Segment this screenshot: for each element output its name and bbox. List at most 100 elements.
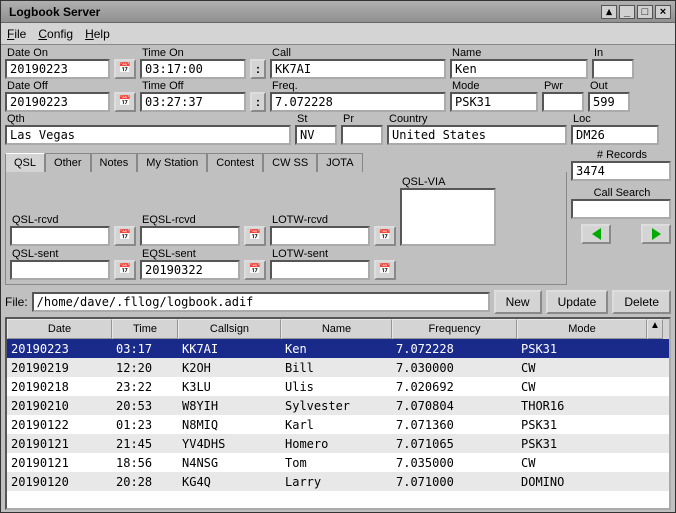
cell-callsign: N8MIQ xyxy=(178,418,281,432)
prev-record-button[interactable] xyxy=(581,224,611,244)
col-mode[interactable]: Mode xyxy=(517,319,647,339)
label-date-off: Date Off xyxy=(5,80,110,92)
cell-mode: THOR16 xyxy=(517,399,647,413)
lotw-rcvd-picker-icon[interactable]: 📅 xyxy=(374,226,396,246)
date-on-input[interactable] xyxy=(5,59,110,79)
titlebar: Logbook Server ▴ _ □ × xyxy=(1,1,675,23)
col-date[interactable]: Date xyxy=(7,319,112,339)
table-row[interactable]: 2019021020:53W8YIHSylvester7.070804THOR1… xyxy=(7,396,669,415)
name-input[interactable] xyxy=(450,59,588,79)
time-on-input[interactable] xyxy=(140,59,246,79)
qsl-rcvd-picker-icon[interactable]: 📅 xyxy=(114,226,136,246)
label-name: Name xyxy=(450,47,588,59)
table-row[interactable]: 2019012020:28KG4QLarry7.071000DOMINO xyxy=(7,472,669,491)
label-qsl-via: QSL-VIA xyxy=(400,176,496,188)
cell-date: 20190120 xyxy=(7,475,112,489)
lotw-sent-input[interactable] xyxy=(270,260,370,280)
label-eqsl-sent: EQSL-sent xyxy=(140,248,240,260)
cell-time: 20:53 xyxy=(112,399,178,413)
minimize-button[interactable]: _ xyxy=(619,5,635,19)
date-on-picker-icon[interactable]: 📅 xyxy=(114,59,136,79)
new-button[interactable]: New xyxy=(494,290,542,314)
cell-name: Karl xyxy=(281,418,392,432)
tab-cw-ss[interactable]: CW SS xyxy=(263,153,317,172)
country-input[interactable] xyxy=(387,125,567,145)
file-path-input[interactable] xyxy=(32,292,490,312)
label-out: Out xyxy=(588,80,630,92)
cell-mode: PSK31 xyxy=(517,418,647,432)
tab-notes[interactable]: Notes xyxy=(91,153,138,172)
st-input[interactable] xyxy=(295,125,337,145)
col-callsign[interactable]: Callsign xyxy=(178,319,281,339)
cell-time: 23:22 xyxy=(112,380,178,394)
lotw-sent-picker-icon[interactable]: 📅 xyxy=(374,260,396,280)
arrow-right-icon xyxy=(652,228,661,240)
cell-name: Sylvester xyxy=(281,399,392,413)
pr-input[interactable] xyxy=(341,125,383,145)
col-frequency[interactable]: Frequency xyxy=(392,319,517,339)
label-call: Call xyxy=(270,47,446,59)
next-record-button[interactable] xyxy=(641,224,671,244)
time-off-set-button[interactable]: : xyxy=(250,92,266,112)
mode-input[interactable] xyxy=(450,92,538,112)
tab-other[interactable]: Other xyxy=(45,153,91,172)
pwr-input[interactable] xyxy=(542,92,584,112)
cell-frequency: 7.070804 xyxy=(392,399,517,413)
call-search-input[interactable] xyxy=(571,199,671,219)
delete-button[interactable]: Delete xyxy=(612,290,671,314)
qsl-sent-picker-icon[interactable]: 📅 xyxy=(114,260,136,280)
table-row[interactable]: 2019012118:56N4NSGTom7.035000CW xyxy=(7,453,669,472)
time-on-set-button[interactable]: : xyxy=(250,59,266,79)
label-st: St xyxy=(295,113,337,125)
menu-file[interactable]: File xyxy=(7,27,26,41)
tab-my-station[interactable]: My Station xyxy=(137,153,207,172)
cell-name: Ken xyxy=(281,342,392,356)
qsl-rcvd-input[interactable] xyxy=(10,226,110,246)
time-off-input[interactable] xyxy=(140,92,246,112)
app-window: Logbook Server ▴ _ □ × File Config Help … xyxy=(0,0,676,513)
update-button[interactable]: Update xyxy=(546,290,609,314)
label-time-off: Time Off xyxy=(140,80,246,92)
table-row[interactable]: 2019022303:17KK7AIKen7.072228PSK31 xyxy=(7,339,669,358)
cell-date: 20190218 xyxy=(7,380,112,394)
cell-callsign: K3LU xyxy=(178,380,281,394)
tab-qsl[interactable]: QSL xyxy=(5,153,45,172)
table-row[interactable]: 2019012121:45YV4DHSHomero7.071065PSK31 xyxy=(7,434,669,453)
eqsl-sent-picker-icon[interactable]: 📅 xyxy=(244,260,266,280)
date-off-picker-icon[interactable]: 📅 xyxy=(114,92,136,112)
pin-button[interactable]: ▴ xyxy=(601,5,617,19)
menu-config[interactable]: Config xyxy=(38,27,73,41)
table-row[interactable]: 2019012201:23N8MIQKarl7.071360PSK31 xyxy=(7,415,669,434)
arrow-left-icon xyxy=(592,228,601,240)
table-row[interactable]: 2019021912:20K2OHBill7.030000CW xyxy=(7,358,669,377)
eqsl-rcvd-input[interactable] xyxy=(140,226,240,246)
col-name[interactable]: Name xyxy=(281,319,392,339)
call-input[interactable] xyxy=(270,59,446,79)
cell-date: 20190121 xyxy=(7,437,112,451)
qth-input[interactable] xyxy=(5,125,291,145)
scroll-up-button[interactable]: ▲ xyxy=(647,319,663,339)
qsl-via-input[interactable] xyxy=(400,188,496,246)
table-row[interactable]: 2019021823:22K3LUUlis7.020692CW xyxy=(7,377,669,396)
label-mode: Mode xyxy=(450,80,538,92)
tab-jota[interactable]: JOTA xyxy=(317,153,362,172)
in-input[interactable] xyxy=(592,59,634,79)
eqsl-rcvd-picker-icon[interactable]: 📅 xyxy=(244,226,266,246)
freq-input[interactable] xyxy=(270,92,446,112)
label-lotw-rcvd: LOTW-rcvd xyxy=(270,214,370,226)
date-off-input[interactable] xyxy=(5,92,110,112)
cell-frequency: 7.071065 xyxy=(392,437,517,451)
num-records-input[interactable] xyxy=(571,161,671,181)
close-button[interactable]: × xyxy=(655,5,671,19)
loc-input[interactable] xyxy=(571,125,659,145)
lotw-rcvd-input[interactable] xyxy=(270,226,370,246)
menu-help[interactable]: Help xyxy=(85,27,110,41)
maximize-button[interactable]: □ xyxy=(637,5,653,19)
tab-contest[interactable]: Contest xyxy=(207,153,263,172)
qsl-sent-input[interactable] xyxy=(10,260,110,280)
cell-name: Tom xyxy=(281,456,392,470)
col-time[interactable]: Time xyxy=(112,319,178,339)
out-input[interactable] xyxy=(588,92,630,112)
eqsl-sent-input[interactable] xyxy=(140,260,240,280)
cell-callsign: KK7AI xyxy=(178,342,281,356)
